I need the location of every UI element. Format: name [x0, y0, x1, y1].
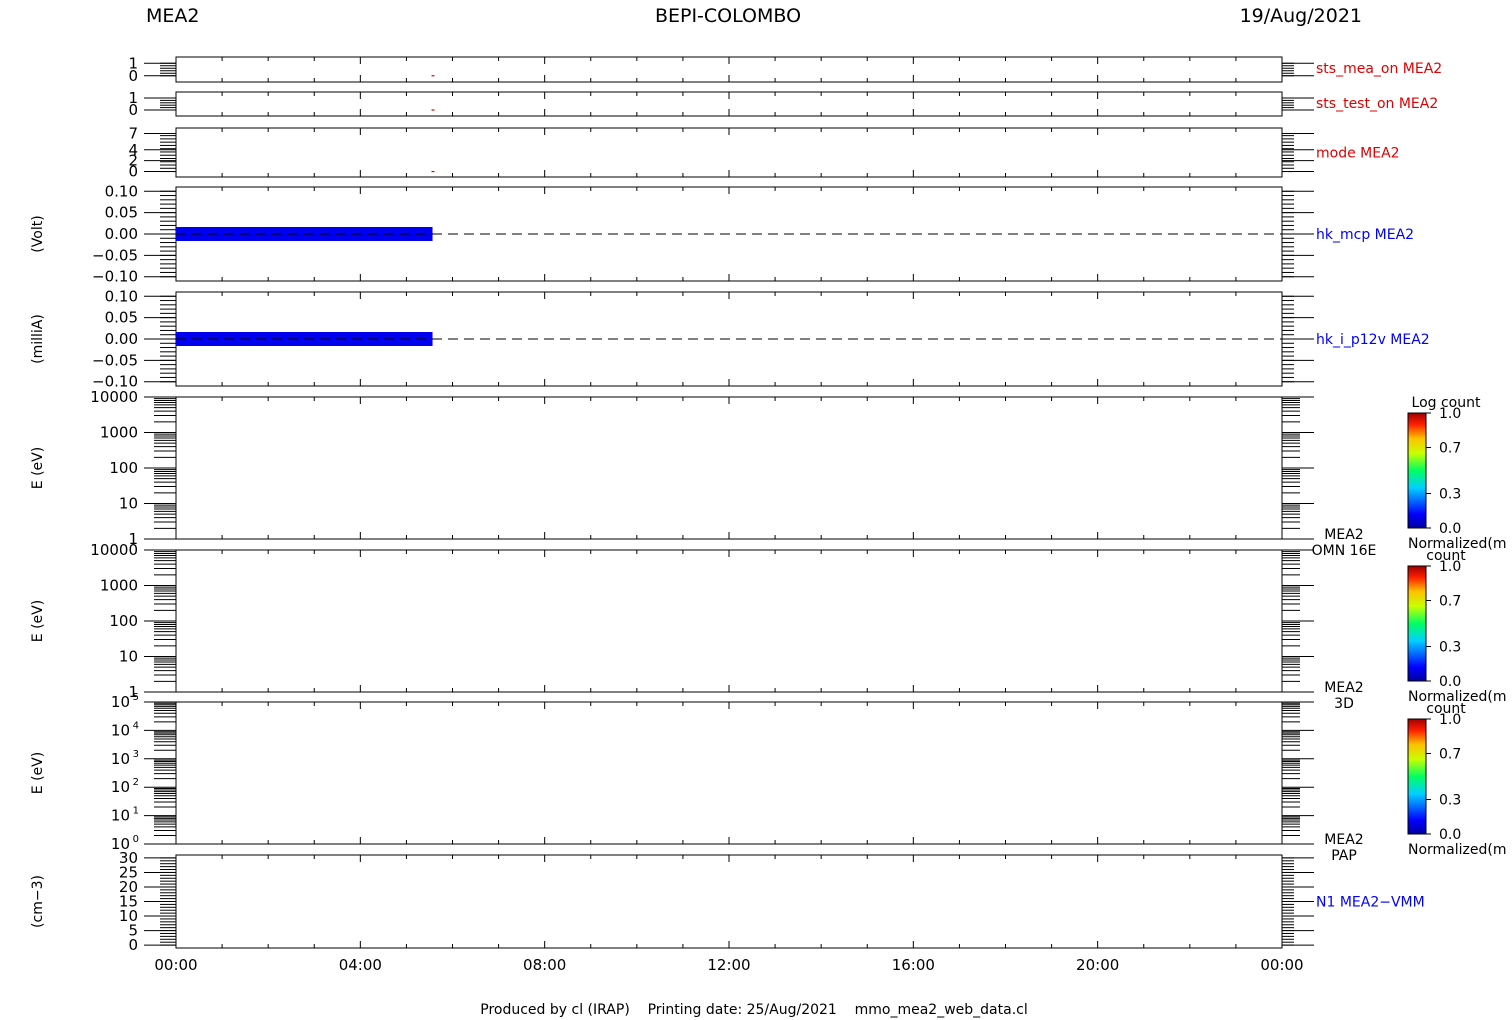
y-axis-label: (milliA) — [30, 314, 46, 364]
y-axis-label: E (eV) — [30, 447, 46, 489]
colorbar-tick-label: 1.0 — [1439, 406, 1461, 422]
colorbar-tick-label: 0.0 — [1439, 521, 1461, 537]
y-axis-label: E (eV) — [30, 752, 46, 794]
colorbar-scale — [1407, 565, 1427, 682]
header-instrument: MEA2 — [146, 5, 199, 27]
panel-frame — [175, 701, 1283, 845]
y-axis-label: (cm−3) — [30, 875, 46, 928]
x-tick-label: 00:00 — [154, 956, 197, 974]
panel-frame — [175, 854, 1283, 949]
y-tick-label: −0.10 — [92, 268, 138, 286]
colorbar-tick-label: 0.3 — [1439, 793, 1461, 809]
colorbar-tick-label: 1.0 — [1439, 559, 1461, 575]
y-tick-label: 0.00 — [105, 330, 138, 348]
y-tick-label: 0.05 — [105, 309, 138, 327]
y-tick-label: 7 — [128, 124, 138, 142]
y-tick-label: 10 — [111, 778, 130, 796]
y-tick-label: 1000 — [100, 424, 138, 442]
y-tick-label: 1000 — [100, 577, 138, 595]
panel-frame — [175, 396, 1283, 540]
y-tick-label: 0 — [128, 101, 138, 119]
y-tick-label: 0 — [128, 163, 138, 181]
colorbar-1: Log count1.00.70.30.0Normalized(m — [1407, 395, 1507, 552]
panel-frame — [175, 549, 1283, 693]
x-tick-label: 04:00 — [339, 956, 382, 974]
footer-credits: Produced by cl (IRAP) Printing date: 25/… — [480, 1002, 1027, 1018]
y-tick-exponent: 0 — [133, 834, 139, 845]
panel-1: 10 sts_mea_on MEA2 — [128, 54, 1442, 85]
y-tick-label: −0.05 — [92, 351, 138, 369]
y-tick-label: −0.05 — [92, 246, 138, 264]
panel-6: 100001000100101E (eV)MEA2OMN 16E — [30, 388, 1376, 559]
colorbar-tick-label: 0.7 — [1439, 747, 1461, 763]
colorbar-tick-label: 0.0 — [1439, 674, 1461, 690]
header-mission: BEPI-COLOMBO — [655, 5, 801, 27]
y-tick-label: 10 — [111, 807, 130, 825]
panel-2: 10 sts_test_on MEA2 — [128, 89, 1438, 119]
panel-frame — [175, 127, 1283, 178]
colorbar-tick-label: 1.0 — [1439, 712, 1461, 728]
panel-8: 10 510 410 310 210 110 0E (eV)MEA2PAP — [30, 692, 1364, 864]
x-tick-label: 12:00 — [707, 956, 750, 974]
colorbar-2: count1.00.70.30.0Normalized(m — [1407, 548, 1507, 705]
y-tick-label: 10000 — [90, 541, 138, 559]
y-tick-label: 100 — [109, 459, 138, 477]
series-label: hk_i_p12v MEA2 — [1316, 332, 1430, 348]
colorbar-tick-label: 0.3 — [1439, 640, 1461, 656]
series-label: hk_mcp MEA2 — [1316, 227, 1414, 243]
colorbar-tick-label: 0.0 — [1439, 827, 1461, 843]
time-axis: 00:00 04:00 08:00 12:00 16:00 20:00 00:00 — [154, 956, 1303, 974]
instrument-label: MEA2 — [1324, 832, 1363, 848]
colorbar-tick-label: 0.3 — [1439, 487, 1461, 503]
series-label: sts_test_on MEA2 — [1316, 96, 1438, 112]
y-tick-exponent: 1 — [133, 806, 139, 817]
instrument-label: MEA2 — [1324, 527, 1363, 543]
y-tick-exponent: 5 — [133, 692, 139, 703]
y-axis-label: E (eV) — [30, 600, 46, 642]
x-tick-label: 16:00 — [892, 956, 935, 974]
product-label: OMN 16E — [1312, 543, 1377, 559]
y-tick-label: 10 — [111, 750, 130, 768]
colorbar-stack: Log count1.00.70.30.0Normalized(mcount1.… — [1407, 395, 1507, 858]
y-tick-label: 100 — [109, 612, 138, 630]
y-tick-exponent: 3 — [133, 749, 139, 760]
panel-9: 302520151050(cm−3) N1 MEA2−VMM — [30, 849, 1425, 954]
y-tick-label: 0.00 — [105, 225, 138, 243]
colorbar-scale — [1407, 412, 1427, 529]
series-label: N1 MEA2−VMM — [1316, 895, 1425, 911]
y-tick-label: 0 — [128, 936, 138, 954]
y-tick-label: 0.05 — [105, 204, 138, 222]
instrument-label: MEA2 — [1324, 680, 1363, 696]
colorbar-tick-label: 0.7 — [1439, 441, 1461, 457]
colorbar-units: Normalized(m — [1408, 842, 1507, 858]
y-tick-label: 0.10 — [105, 182, 138, 200]
y-tick-label: 10000 — [90, 388, 138, 406]
series-label: mode MEA2 — [1316, 146, 1400, 162]
panel-4: 0.10 0.05 0.00 −0.05 −0.10 (Volt) hk_mcp MEA2 — [30, 182, 1414, 285]
y-tick-exponent: 2 — [133, 777, 139, 788]
panel-stack: 10 sts_mea_on MEA210 sts_test_on MEA27420m… — [30, 54, 1442, 954]
colorbar-3: count1.00.70.30.0Normalized(m — [1407, 701, 1507, 858]
y-axis-label: (Volt) — [30, 215, 46, 252]
y-tick-label: 10 — [111, 721, 130, 739]
x-tick-label: 20:00 — [1076, 956, 1119, 974]
panel-5: 0.100.050.00−0.05−0.10(milliA) hk_i_p12v … — [30, 287, 1430, 390]
y-tick-label: 10 — [111, 693, 130, 711]
y-tick-label: 10 — [119, 648, 138, 666]
panel-7: 100001000100101E (eV)MEA23D — [30, 541, 1364, 712]
product-label: 3D — [1334, 696, 1354, 712]
colorbar-scale — [1407, 718, 1427, 835]
y-tick-exponent: 4 — [133, 720, 139, 731]
series-label: sts_mea_on MEA2 — [1316, 61, 1442, 77]
product-label: PAP — [1331, 848, 1357, 864]
x-tick-label: 08:00 — [523, 956, 566, 974]
plot-figure: MEA2 BEPI-COLOMBO 19/Aug/2021 10 sts_mea_… — [30, 5, 1507, 1018]
panel-3: 7420mode MEA2 — [128, 124, 1399, 180]
x-tick-label: 00:00 — [1260, 956, 1303, 974]
y-tick-label: 10 — [119, 495, 138, 513]
header-date: 19/Aug/2021 — [1240, 5, 1362, 27]
y-tick-label: 0.10 — [105, 287, 138, 305]
colorbar-tick-label: 0.7 — [1439, 594, 1461, 610]
y-tick-label: 0 — [128, 67, 138, 85]
